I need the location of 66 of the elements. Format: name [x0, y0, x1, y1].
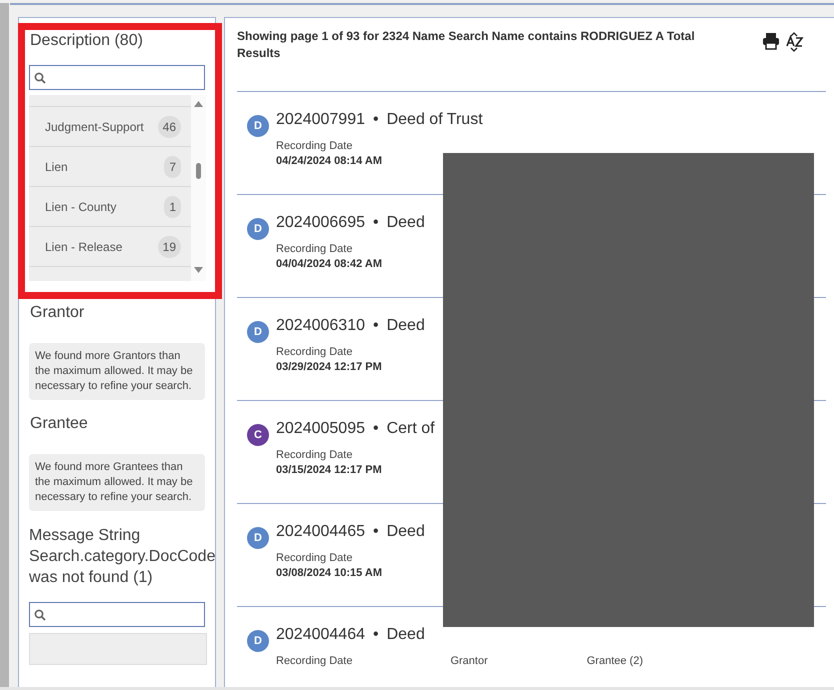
scroll-thumb[interactable] — [196, 163, 201, 179]
separator-dot: • — [372, 110, 379, 130]
field-value: 03/15/2024 12:17 PM — [276, 464, 383, 476]
document-title[interactable]: Deed — [386, 213, 425, 233]
document-number[interactable]: 2024007991 — [276, 110, 365, 130]
results-summary: Showing page 1 of 93 for 2324 Name Search Name contains RODRIGUEZ A Total Results — [237, 28, 696, 62]
search-field[interactable] — [29, 65, 205, 90]
field-label: Recording Date — [276, 243, 354, 255]
avatar-badge: D — [247, 321, 269, 343]
item-label: Judgment-Support — [45, 120, 144, 134]
field-value: 04/04/2024 08:42 AM — [276, 258, 383, 270]
avatar-badge: D — [247, 115, 269, 137]
item-label: Lien — [45, 160, 68, 174]
document-title[interactable]: Deed — [386, 316, 425, 336]
notice-message: We found more Grantors than the maximum allowed. It may be necessary to refine your search. — [29, 343, 205, 400]
field-label: Recording Date — [276, 346, 354, 358]
document-number[interactable]: 2024004465 — [276, 522, 365, 542]
filter-item[interactable]: Judgment-Support 46 — [29, 107, 191, 147]
avatar-badge: D — [247, 218, 269, 240]
filter-title: Grantee — [30, 414, 89, 434]
document-number[interactable]: 2024005095 — [276, 419, 365, 439]
filter-item[interactable]: Lien - County 1 — [29, 187, 191, 227]
field-label: Recording Date — [276, 552, 354, 564]
item-label: Lien - County — [45, 200, 116, 214]
filter-title: Description (80) — [30, 31, 144, 51]
avatar-badge: D — [247, 527, 269, 549]
filter-item[interactable]: Lien - Release 19 — [29, 227, 191, 267]
separator-dot: • — [372, 419, 379, 439]
count-badge: 1 — [164, 196, 181, 218]
field-label: Grantee (2) — [586, 655, 643, 667]
separator-dot: • — [372, 522, 379, 542]
separator-dot: • — [372, 213, 379, 233]
filter-title: Message String Search.category.DocCode was not found (1) — [29, 526, 215, 588]
filter-title: Grantor — [30, 303, 86, 323]
document-title[interactable]: Deed — [386, 522, 425, 542]
document-number[interactable]: 2024006310 — [276, 316, 365, 336]
search-icon — [34, 72, 46, 84]
field-value: 04/24/2024 08:14 AM — [276, 155, 383, 167]
separator-dot: • — [372, 625, 379, 645]
notice-message: We found more Grantees than the maximum allowed. It may be necessary to refine your search. — [29, 454, 205, 511]
search-icon — [34, 608, 46, 620]
field-label: Recording Date — [276, 449, 354, 461]
count-badge: 19 — [158, 236, 181, 258]
scroll-down-icon[interactable] — [194, 267, 203, 273]
search-field[interactable] — [29, 602, 205, 627]
field-label: Grantor — [450, 655, 488, 667]
field-label: Recording Date — [276, 655, 352, 667]
field-label: Recording Date — [276, 140, 354, 152]
avatar-badge: D — [247, 630, 269, 652]
avatar-badge: C — [247, 424, 269, 446]
count-badge: 46 — [158, 116, 181, 138]
document-title[interactable]: Deed of Trust — [386, 110, 483, 130]
filter-item[interactable]: Lien 7 — [29, 147, 191, 187]
field-value: 03/29/2024 12:17 PM — [276, 361, 383, 373]
document-title[interactable]: Cert of — [386, 419, 435, 439]
print-icon[interactable] — [762, 32, 780, 50]
field-value: 03/08/2024 10:15 AM — [276, 567, 383, 579]
document-number[interactable]: 2024006695 — [276, 213, 365, 233]
scroll-up-icon[interactable] — [194, 101, 203, 107]
document-title[interactable]: Deed — [386, 625, 425, 645]
document-number[interactable]: 2024004464 — [276, 625, 365, 645]
separator-dot: • — [372, 316, 379, 336]
count-badge: 7 — [164, 156, 181, 178]
sort-icon[interactable] — [786, 32, 804, 52]
item-label: Lien - Release — [45, 240, 122, 254]
scrollbar[interactable] — [191, 95, 206, 281]
